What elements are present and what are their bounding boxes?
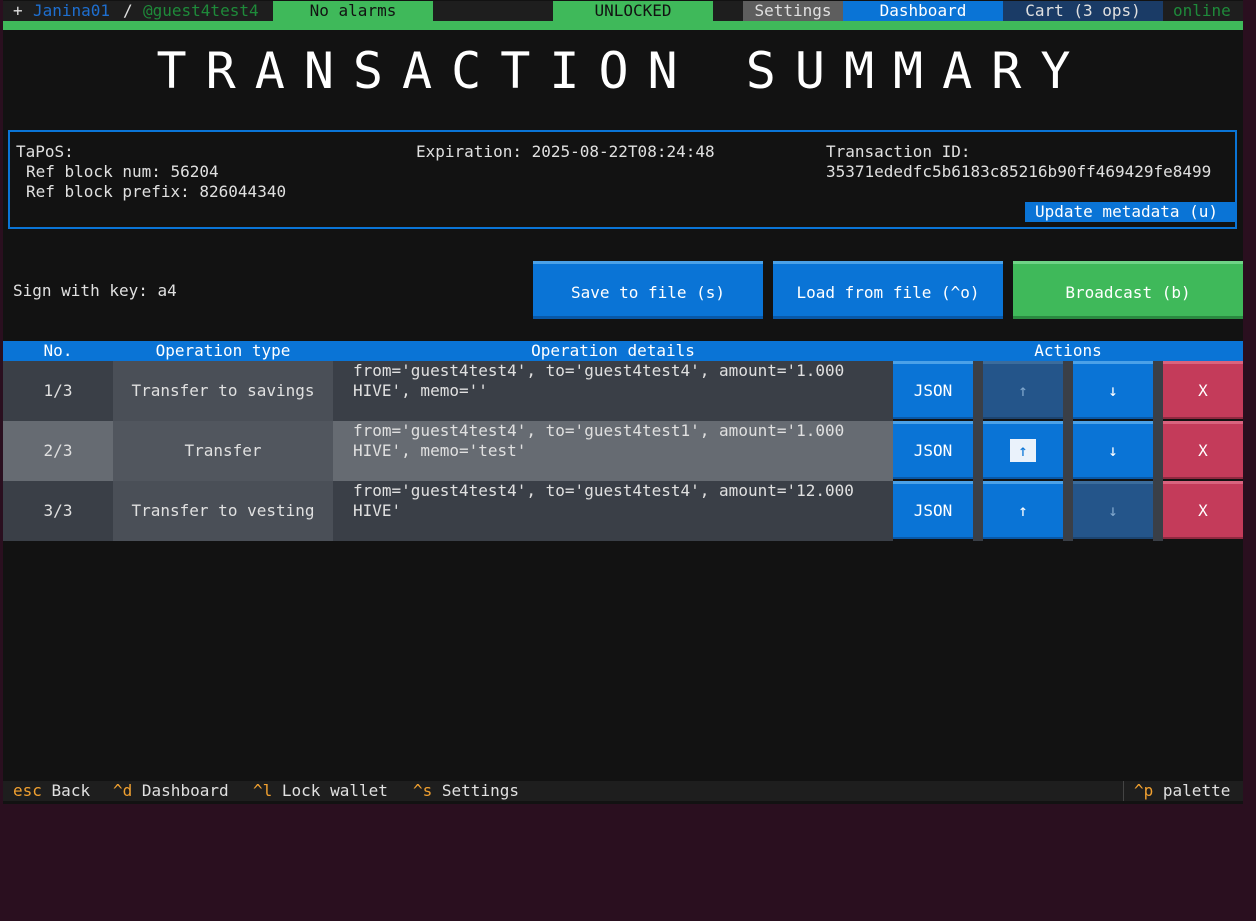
transaction-id: 35371ededfc5b6183c85216b90ff469429fe8499 [826,162,1212,181]
key-hint: ^p [1134,781,1154,800]
move-down-button[interactable]: ↓ [1073,481,1153,539]
cart-tab[interactable]: Cart (3 ops) [1003,1,1163,21]
remove-button[interactable]: X [1163,421,1243,479]
key-label: Back [51,781,91,800]
dashboard-tab[interactable]: Dashboard [843,1,1003,21]
table-row[interactable]: 1/3 Transfer to savings from='guest4test… [3,361,1243,421]
key-hint: esc [13,781,42,800]
profile-link[interactable]: @guest4test4 [143,1,259,21]
spacer [1063,481,1073,541]
table-header: No. Operation type Operation details Act… [3,341,1243,361]
operation-type: Transfer [113,421,333,481]
transaction-metadata-panel: TaPoS: Ref block num: 56204 Ref block pr… [8,130,1237,229]
tapos-label: TaPoS: [16,142,74,161]
lock-status-badge[interactable]: UNLOCKED [553,1,713,21]
remove-button[interactable]: X [1163,481,1243,539]
spacer [1153,421,1163,481]
expand-button[interactable]: + [13,1,23,21]
settings-tab[interactable]: Settings [743,1,843,21]
spacer [1063,361,1073,421]
spacer [973,361,983,421]
key-hint: ^s [413,781,433,800]
key-hint: ^d [113,781,133,800]
move-up-button[interactable]: ↑ [983,361,1063,419]
broadcast-button[interactable]: Broadcast (b) [1013,261,1243,319]
spacer [1063,421,1073,481]
operation-details: from='guest4test4', to='guest4test4', am… [333,481,893,541]
footer-item-palette[interactable]: ^p palette [1123,781,1230,801]
connection-status: online [1173,1,1231,20]
json-button[interactable]: JSON [893,481,973,539]
ref-block-prefix: Ref block prefix: 826044340 [26,182,287,201]
key-label: Settings [441,781,519,800]
remove-button[interactable]: X [1163,361,1243,419]
spacer [973,481,983,541]
table-row[interactable]: 3/3 Transfer to vesting from='guest4test… [3,481,1243,541]
footer-item-settings[interactable]: ^s Settings [413,781,519,801]
json-button[interactable]: JSON [893,421,973,479]
row-number: 2/3 [3,421,113,481]
sign-with-key[interactable]: Sign with key: a4 [13,281,177,301]
table-row[interactable]: 2/3 Transfer from='guest4test4', to='gue… [3,421,1243,481]
header-actions: Actions [1034,341,1102,360]
update-metadata-button[interactable]: Update metadata (u) [1025,202,1235,222]
arrow-up-icon: ↑ [1010,439,1036,462]
footer-item-dashboard[interactable]: ^d Dashboard [113,781,229,801]
row-number: 3/3 [3,481,113,541]
expiration: Expiration: 2025-08-22T08:24:48 [416,142,715,161]
move-up-button[interactable]: ↑ [983,481,1063,539]
move-up-button[interactable]: ↑ [983,421,1063,479]
header-operation-type: Operation type [155,341,291,360]
key-label: Lock wallet [281,781,388,800]
row-number: 1/3 [3,361,113,421]
terminal-window: + Janina01 / @guest4test4 No alarms UNLO… [3,0,1243,804]
key-hint: ^l [253,781,273,800]
key-label: Dashboard [141,781,229,800]
header-operation-details: Operation details [531,341,695,360]
header-bar: + Janina01 / @guest4test4 No alarms UNLO… [3,1,1243,21]
operation-details: from='guest4test4', to='guest4test4', am… [333,361,893,421]
spacer [1153,361,1163,421]
transaction-id-label: Transaction ID: [826,142,971,161]
save-to-file-button[interactable]: Save to file (s) [533,261,763,319]
move-down-button[interactable]: ↓ [1073,361,1153,419]
page-title: TRANSACTION SUMMARY [156,42,1090,100]
operation-type: Transfer to vesting [113,481,333,541]
move-down-button[interactable]: ↓ [1073,421,1153,479]
footer-item-lock-wallet[interactable]: ^l Lock wallet [253,781,388,801]
header-separator: / [123,1,133,20]
json-button[interactable]: JSON [893,361,973,419]
footer-keybindings: esc Back ^d Dashboard ^l Lock wallet ^s … [3,781,1243,801]
operation-details: from='guest4test4', to='guest4test1', am… [333,421,893,481]
header-no: No. [43,341,73,360]
key-label: palette [1162,781,1231,800]
status-bar [3,21,1243,30]
footer-item-back[interactable]: esc Back [13,781,90,801]
account-link[interactable]: Janina01 [33,1,110,21]
operation-type: Transfer to savings [113,361,333,421]
alarms-badge[interactable]: No alarms [273,1,433,21]
spacer [1153,481,1163,541]
spacer [973,421,983,481]
load-from-file-button[interactable]: Load from file (^o) [773,261,1003,319]
ref-block-num: Ref block num: 56204 [26,162,219,181]
